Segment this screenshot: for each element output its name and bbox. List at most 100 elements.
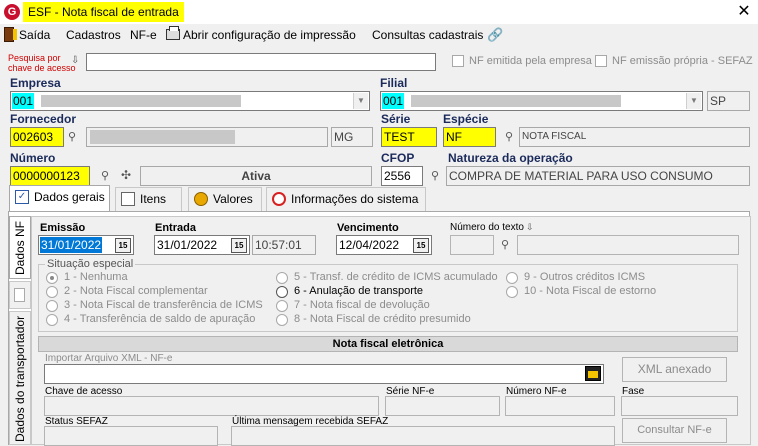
importar-xml-input[interactable] (44, 364, 604, 384)
numero-label: Número (10, 151, 56, 165)
calendar-icon[interactable]: 15 (413, 238, 429, 253)
especie-description-field: NOTA FISCAL (519, 127, 750, 147)
situacao-option-10: 10 - Nota Fiscal de estorno (524, 285, 657, 297)
radio-situacao-1 (46, 272, 58, 284)
filial-label: Filial (380, 76, 408, 90)
exit-door-icon[interactable] (4, 27, 17, 42)
tab-itens[interactable]: Itens (115, 187, 182, 211)
vencimento-value: 12/04/2022 (339, 238, 400, 252)
radio-situacao-4 (46, 314, 58, 326)
entrada-hora-field: 10:57:01 (252, 235, 316, 255)
status-field: Ativa (140, 166, 372, 186)
consultar-nfe-button: Consultar NF-e (622, 418, 727, 443)
natureza-label: Natureza da operação (448, 151, 573, 165)
vtab-document[interactable] (9, 281, 31, 309)
status-sefaz-field (44, 426, 218, 446)
numero-texto-input (450, 235, 494, 255)
nf-emitida-checkbox (452, 55, 464, 67)
situacao-option-7: 7 - Nota fiscal de devolução (294, 299, 430, 311)
filial-uf-field: SP (707, 91, 750, 111)
title-bar: G ESF - Nota fiscal de entrada ✕ (0, 0, 758, 24)
importar-xml-label: Importar Arquivo XML - NF-e (45, 353, 173, 364)
numero-input[interactable]: 0000000123 (10, 166, 90, 186)
natureza-field: COMPRA DE MATERIAL PARA USO CONSUMO (446, 166, 750, 186)
situacao-option-3: 3 - Nota Fiscal de transferência de ICMS (64, 299, 263, 311)
binoculars-icon[interactable]: ⚲ (505, 130, 513, 143)
folder-icon[interactable] (585, 366, 601, 381)
tab-valores[interactable]: Valores (188, 187, 262, 211)
menu-consultas[interactable]: Consultas cadastrais (372, 27, 483, 43)
nf-emitida-label: NF emitida pela empresa (469, 55, 592, 67)
serie-input[interactable]: TEST (381, 127, 437, 147)
binoculars-icon: ⚲ (501, 239, 510, 251)
tab-dados-gerais-label: Dados gerais (34, 190, 105, 204)
system-info-icon (272, 192, 286, 206)
vencimento-input[interactable]: 12/04/2022 15 (336, 235, 432, 255)
radio-situacao-2 (46, 286, 58, 298)
search-arrow-icon: ⇩ (71, 55, 80, 66)
radio-situacao-10 (506, 286, 518, 298)
menu-abrir-impressao[interactable]: Abrir configuração de impressão (183, 27, 356, 43)
ultima-mensagem-field (231, 426, 615, 446)
empresa-label: Empresa (10, 76, 61, 90)
chevron-down-icon[interactable]: ▼ (353, 93, 368, 109)
link-icon[interactable]: 🔗 (487, 27, 503, 43)
situacao-option-6: 6 - Anulação de transporte (294, 285, 424, 297)
radio-situacao-3 (46, 300, 58, 312)
tab-informacoes-sistema[interactable]: Informações do sistema (266, 187, 426, 211)
empresa-name-redacted (41, 95, 241, 107)
empresa-code: 001 (12, 93, 35, 109)
empresa-select[interactable]: 001 ▼ (10, 91, 370, 111)
fornecedor-label: Fornecedor (10, 112, 77, 126)
numero-texto-description (517, 235, 739, 255)
radio-situacao-8 (276, 314, 288, 326)
situacao-option-5: 5 - Transf. de crédito de ICMS acumulado (294, 271, 498, 283)
vtab-dados-nf[interactable]: Dados NF (9, 216, 31, 279)
fornecedor-code-input[interactable]: 002603 (10, 127, 64, 147)
search-label-line1: Pesquisa por (8, 53, 61, 63)
printer-icon[interactable] (166, 26, 180, 40)
emissao-input[interactable]: 31/01/2022 15 (38, 235, 134, 255)
especie-input[interactable]: NF (443, 127, 496, 147)
menu-nfe[interactable]: NF-e (130, 27, 157, 43)
fornecedor-name-redacted (90, 130, 235, 144)
filial-select[interactable]: 001 ▼ (380, 91, 703, 111)
cfop-input[interactable]: 2556 (381, 166, 423, 186)
vtab-transportador[interactable]: Dados do transportador (9, 311, 31, 445)
binoculars-icon[interactable]: ⚲ (101, 169, 109, 182)
filial-name-redacted (411, 95, 621, 107)
window-title: ESF - Nota fiscal de entrada (23, 2, 184, 22)
situacao-option-2: 2 - Nota Fiscal complementar (64, 285, 208, 297)
binoculars-icon[interactable]: ⚲ (431, 169, 439, 182)
checkmark-icon: ✓ (15, 190, 29, 204)
entrada-label: Entrada (155, 222, 196, 234)
situacao-title: Situação especial (45, 258, 136, 270)
situacao-option-4: 4 - Transferência de saldo de apuração (64, 313, 256, 325)
nf-propria-label: NF emissão própria - SEFAZ (612, 55, 753, 67)
close-icon[interactable]: ✕ (734, 1, 754, 23)
filial-code: 001 (382, 93, 405, 109)
menu-cadastros[interactable]: Cadastros (66, 27, 121, 43)
radio-situacao-7 (276, 300, 288, 312)
tab-dados-gerais[interactable]: ✓ Dados gerais (9, 185, 110, 212)
emissao-value: 31/01/2022 (40, 237, 103, 253)
search-key-input[interactable] (86, 53, 436, 71)
plus-icon[interactable]: ✣ (121, 168, 131, 182)
fornecedor-uf-field: MG (331, 127, 373, 147)
nf-propria-checkbox (595, 55, 607, 67)
search-label-line2: chave de acesso (8, 63, 76, 73)
nfe-section-header: Nota fiscal eletrônica (38, 336, 738, 352)
cfop-label: CFOP (381, 151, 415, 165)
menu-saida[interactable]: Saída (19, 27, 50, 43)
fase-field (621, 396, 738, 416)
tab-itens-label: Itens (140, 192, 167, 206)
situacao-option-8: 8 - Nota Fiscal de crédito presumido (294, 313, 471, 325)
numero-texto-label: Número do texto (450, 222, 524, 233)
entrada-input[interactable]: 31/01/2022 15 (154, 235, 250, 255)
chevron-down-icon[interactable]: ▼ (686, 93, 701, 109)
calendar-icon[interactable]: 15 (231, 238, 247, 253)
emissao-label: Emissão (40, 222, 86, 234)
binoculars-icon[interactable]: ⚲ (68, 130, 76, 143)
tab-info-sistema-label: Informações do sistema (291, 192, 419, 206)
calendar-icon[interactable]: 15 (115, 238, 131, 253)
